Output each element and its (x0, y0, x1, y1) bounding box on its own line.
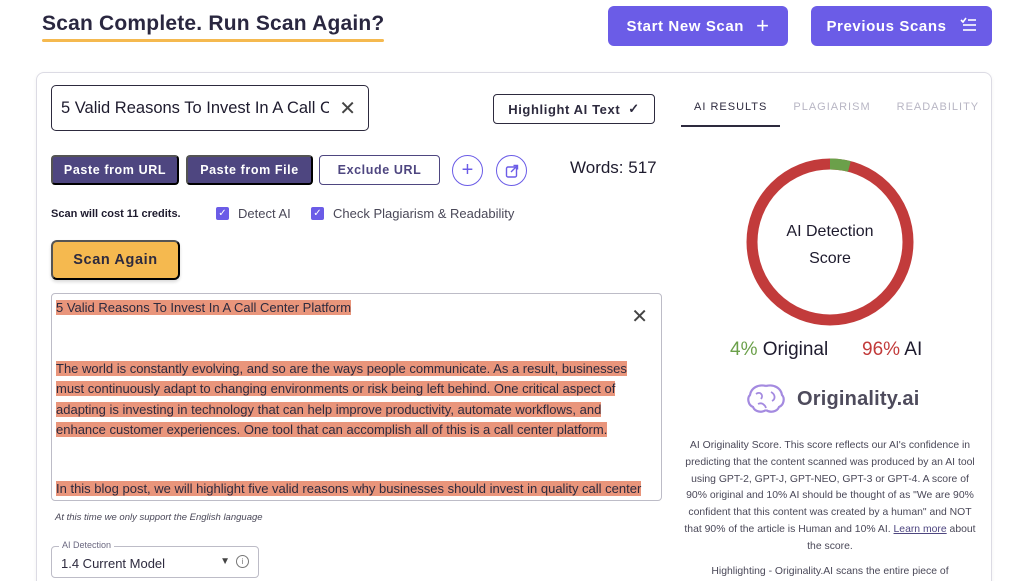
editor-paragraph: 5 Valid Reasons To Invest In A Call Cent… (56, 298, 646, 318)
checkbox-checked-icon[interactable]: ✓ (311, 207, 324, 220)
document-title-field[interactable]: 5 Valid Reasons To Invest In A Call Cent… (51, 85, 369, 131)
learn-more-link[interactable]: Learn more (894, 524, 947, 535)
highlighting-description: Highlighting - Originality.AI scans the … (711, 566, 949, 577)
original-percentage: 4% Original (730, 339, 828, 361)
list-icon (959, 15, 977, 37)
chevron-down-icon[interactable]: ▼ (220, 556, 230, 567)
plus-icon: + (756, 13, 770, 38)
ai-percentage: 96% AI (862, 339, 922, 361)
original-percentage-label: Original (762, 339, 829, 360)
add-icon[interactable]: + (452, 155, 483, 186)
document-title-value[interactable]: 5 Valid Reasons To Invest In A Call Cent… (61, 99, 329, 118)
paste-from-url-button[interactable]: Paste from URL (51, 155, 179, 185)
start-new-scan-button[interactable]: Start New Scan + (608, 6, 788, 46)
highlighted-text: In this blog post, we will highlight fiv… (56, 481, 642, 496)
plagiarism-readability-label: Check Plagiarism & Readability (333, 206, 515, 221)
previous-scans-label: Previous Scans (826, 17, 947, 35)
clear-title-icon[interactable]: ✕ (339, 96, 356, 121)
editor-paragraph: The world is constantly evolving, and so… (56, 359, 646, 440)
tab-readability[interactable]: READABILITY (884, 94, 993, 127)
score-description: AI Originality Score. This score reflect… (684, 438, 976, 556)
model-select-value[interactable]: 1.4 Current Model (61, 556, 165, 571)
editor-paragraph: In this blog post, we will highlight fiv… (56, 479, 646, 499)
ai-percentage-label: AI (904, 339, 923, 360)
scan-cost-text: Scan will cost 11 credits. (51, 208, 181, 220)
gauge-label: AI Detection Score (744, 218, 916, 272)
paste-from-file-button[interactable]: Paste from File (186, 155, 313, 185)
highlighted-text: 5 Valid Reasons To Invest In A Call Cent… (56, 300, 352, 315)
results-tabs: AI RESULTS PLAGIARISM READABILITY (681, 94, 992, 127)
previous-scans-button[interactable]: Previous Scans (811, 6, 992, 46)
checkbox-checked-icon[interactable]: ✓ (216, 207, 229, 220)
start-new-scan-label: Start New Scan (626, 17, 745, 35)
scan-again-button[interactable]: Scan Again (51, 240, 180, 280)
word-count: Words: 517 (570, 158, 657, 177)
page-title: Scan Complete. Run Scan Again? (42, 12, 385, 42)
plagiarism-readability-checkbox[interactable]: ✓ Check Plagiarism & Readability (311, 206, 514, 221)
model-select-label: AI Detection (59, 540, 115, 550)
originality-logo: Originality.ai (745, 382, 919, 416)
tab-plagiarism[interactable]: PLAGIARISM (780, 94, 883, 127)
brand-name: Originality.ai (797, 387, 920, 410)
check-icon: ✓ (628, 101, 640, 116)
info-icon[interactable]: i (236, 555, 249, 568)
brain-icon (747, 384, 785, 413)
score-description-text: AI Originality Score. This score reflect… (684, 440, 975, 535)
highlight-ai-text-button[interactable]: Highlight AI Text ✓ (493, 94, 655, 124)
detect-ai-label: Detect AI (238, 206, 291, 221)
gauge-label-line2: Score (809, 250, 851, 267)
language-note: At this time we only support the English… (55, 512, 263, 523)
detect-ai-checkbox[interactable]: ✓ Detect AI (216, 206, 291, 221)
share-icon[interactable] (496, 155, 527, 186)
model-select[interactable]: AI Detection 1.4 Current Model ▼ i (51, 540, 259, 578)
ai-percentage-value: 96% (862, 339, 901, 360)
title-underline (42, 39, 385, 42)
highlight-ai-text-label: Highlight AI Text (508, 101, 621, 117)
exclude-url-button[interactable]: Exclude URL (319, 155, 440, 185)
content-editor[interactable]: ✕ 5 Valid Reasons To Invest In A Call Ce… (51, 293, 662, 501)
highlighted-text: The world is constantly evolving, and so… (56, 361, 627, 437)
original-percentage-value: 4% (730, 339, 758, 360)
gauge-label-line1: AI Detection (786, 223, 874, 240)
tab-ai-results[interactable]: AI RESULTS (681, 94, 781, 127)
page-title-text: Scan Complete. Run Scan Again? (42, 12, 385, 35)
